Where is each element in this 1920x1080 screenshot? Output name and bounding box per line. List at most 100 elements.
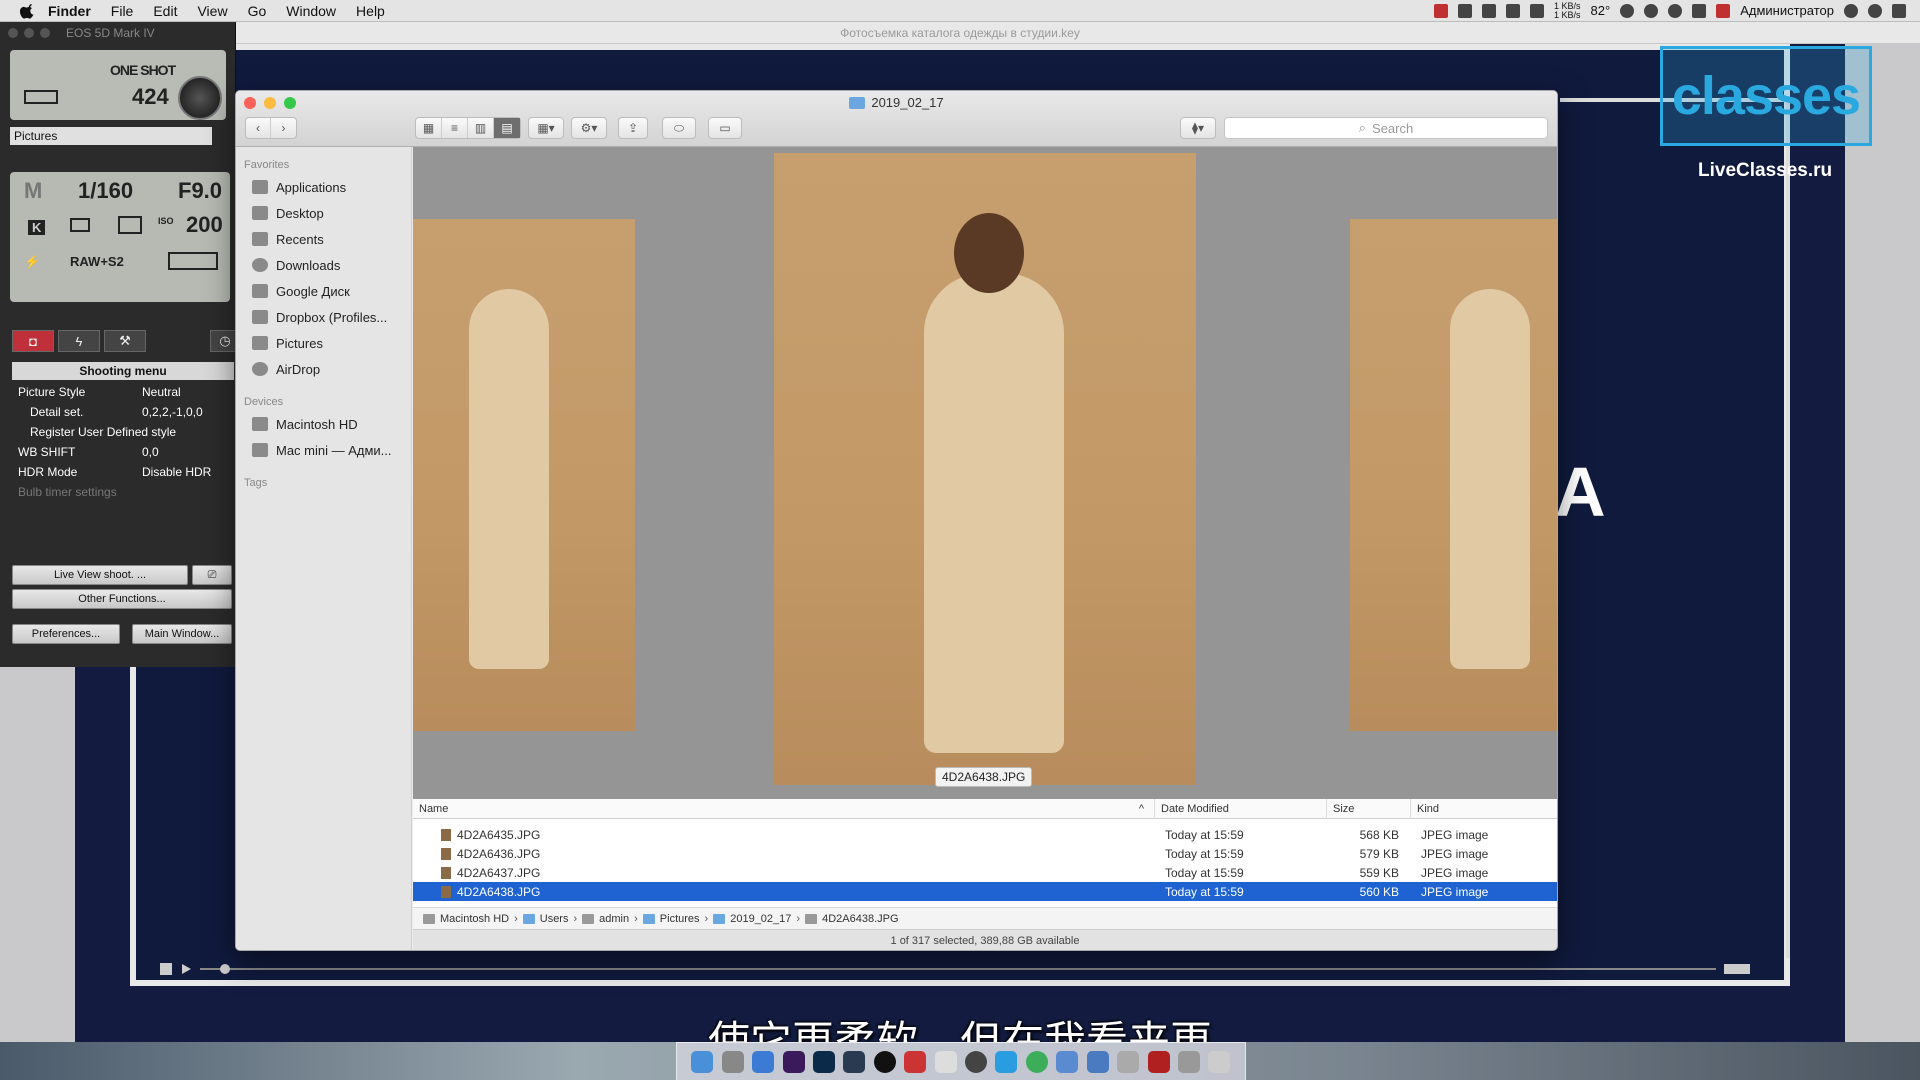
menu-file[interactable]: File <box>111 3 134 19</box>
menu-app-name[interactable]: Finder <box>48 3 91 19</box>
sidebar-item-applications[interactable]: Applications <box>236 174 411 200</box>
volume-control[interactable] <box>1724 964 1750 974</box>
column-view-icon[interactable]: ▥ <box>468 118 494 138</box>
column-header-name[interactable]: Name ^ <box>413 798 1155 819</box>
menu-row[interactable]: WB SHIFT 0,0 <box>12 442 234 462</box>
table-row[interactable]: 4D2A6435.JPG Today at 15:59 568 KB JPEG ima… <box>413 825 1557 844</box>
chrome-dock-icon[interactable] <box>1025 1050 1048 1073</box>
menu-row[interactable]: Detail set. 0,2,2,-1,0,0 <box>12 402 234 422</box>
search-field[interactable]: ⌕ Search <box>1224 117 1548 139</box>
keynote-dock-icon[interactable] <box>1056 1050 1079 1073</box>
memory-monitor-icon[interactable] <box>1530 3 1545 18</box>
af-mode[interactable]: ONE SHOT <box>110 62 176 78</box>
wifi-icon[interactable] <box>1668 3 1683 18</box>
card-icon[interactable] <box>168 252 218 270</box>
battery-monitor-icon[interactable] <box>1482 3 1497 18</box>
lightroom-dock-icon[interactable] <box>843 1050 866 1073</box>
path-item[interactable]: Macintosh HD <box>440 913 509 925</box>
apple-icon[interactable] <box>20 3 36 19</box>
folder-dock-icon[interactable] <box>1086 1050 1109 1073</box>
camera-dock-icon[interactable] <box>873 1050 896 1073</box>
cpu-monitor-icon[interactable] <box>1506 3 1521 18</box>
forward-button[interactable]: › <box>271 118 296 138</box>
photo-preview-right[interactable] <box>1350 219 1557 731</box>
table-row[interactable]: 4D2A6437.JPG Today at 15:59 559 KB JPEG ima… <box>413 863 1557 882</box>
metering-icon[interactable] <box>118 216 142 234</box>
system-dock-icon[interactable] <box>934 1050 957 1073</box>
white-balance[interactable]: K <box>28 220 46 235</box>
exposure-mode[interactable]: M <box>24 178 42 204</box>
iso-value[interactable]: 200 <box>186 212 223 238</box>
sidebar-item-mac-mini[interactable]: Mac mini — Адми... <box>236 437 411 463</box>
sidebar-item-downloads[interactable]: Downloads <box>236 252 411 278</box>
group-by-icon[interactable]: ▦▾ <box>528 117 564 139</box>
playback-track[interactable] <box>200 964 1716 974</box>
icon-view-icon[interactable]: ▦ <box>416 118 442 138</box>
finder-dock-icon[interactable] <box>691 1050 714 1073</box>
shutter-speed[interactable]: 1/160 <box>78 178 133 204</box>
live-view-options-icon[interactable]: ⎚ <box>192 565 232 585</box>
flash-off-icon[interactable]: ⚡ <box>24 254 40 270</box>
network-speed[interactable]: 1 KB/s 1 KB/s <box>1554 1 1581 20</box>
sidebar-item-google-drive[interactable]: Google Диск <box>236 278 411 304</box>
user-name[interactable]: Администратор <box>1740 3 1834 18</box>
path-item[interactable]: admin <box>599 913 629 925</box>
menu-edit[interactable]: Edit <box>153 3 177 19</box>
menu-go[interactable]: Go <box>248 3 267 19</box>
path-item[interactable]: 2019_02_17 <box>730 913 791 925</box>
sidebar-item-macintosh-hd[interactable]: Macintosh HD <box>236 411 411 437</box>
new-folder-icon[interactable]: ▭ <box>708 117 742 139</box>
share-icon[interactable]: ⇪ <box>618 117 648 139</box>
siri-icon[interactable] <box>1868 3 1882 18</box>
path-item[interactable]: Users <box>540 913 569 925</box>
tags-icon[interactable]: ⬭ <box>662 117 696 139</box>
eos-minimize-button[interactable] <box>24 28 34 38</box>
eos-zoom-button[interactable] <box>40 28 50 38</box>
trash-dock-icon[interactable] <box>1208 1050 1231 1073</box>
telegram-dock-icon[interactable] <box>995 1050 1018 1073</box>
spotlight-icon[interactable] <box>1844 3 1858 18</box>
path-item[interactable]: Pictures <box>660 913 700 925</box>
cover-flow-icon[interactable]: ▤ <box>494 118 520 138</box>
preferences-button[interactable]: Preferences... <box>12 624 120 644</box>
sidebar-item-airdrop[interactable]: AirDrop <box>236 356 411 382</box>
other-functions-button[interactable]: Other Functions... <box>12 589 232 609</box>
path-item[interactable]: 4D2A6438.JPG <box>822 913 898 925</box>
menu-row[interactable]: Picture Style Neutral <box>12 382 234 402</box>
disk-dock-icon[interactable] <box>965 1050 988 1073</box>
temperature-readout[interactable]: 82° <box>1591 3 1611 18</box>
acrobat-dock-icon[interactable] <box>1147 1050 1170 1073</box>
flash-tab-icon[interactable]: ϟ <box>58 330 100 352</box>
documents-dock-icon[interactable] <box>1177 1050 1200 1073</box>
stop-button[interactable] <box>160 963 172 975</box>
back-button[interactable]: ‹ <box>246 118 272 138</box>
downloads-dock-icon[interactable] <box>1117 1050 1140 1073</box>
tools-tab-icon[interactable]: ⚒ <box>104 330 146 352</box>
table-row-selected[interactable]: 4D2A6438.JPG Today at 15:59 560 KB JPEG ima… <box>413 882 1557 901</box>
camera-tab-icon[interactable]: ◘ <box>12 330 54 352</box>
sidebar-item-dropbox[interactable]: Dropbox (Profiles... <box>236 304 411 330</box>
column-header-date[interactable]: Date Modified <box>1155 798 1327 819</box>
list-view-icon[interactable]: ≡ <box>442 118 468 138</box>
eos-utility-dock-icon[interactable] <box>904 1050 927 1073</box>
cover-flow-preview[interactable]: 4D2A6438.JPG <box>413 147 1557 799</box>
premiere-dock-icon[interactable] <box>782 1050 805 1073</box>
display-icon[interactable] <box>1458 3 1473 18</box>
photo-preview-left[interactable] <box>413 219 635 731</box>
menu-window[interactable]: Window <box>286 3 336 19</box>
menu-help[interactable]: Help <box>356 3 385 19</box>
column-header-kind[interactable]: Kind <box>1411 799 1557 819</box>
sidebar-item-desktop[interactable]: Desktop <box>236 200 411 226</box>
photo-preview-center[interactable] <box>774 153 1196 785</box>
sidebar-item-pictures[interactable]: Pictures <box>236 330 411 356</box>
eos-close-button[interactable] <box>8 28 18 38</box>
menu-view[interactable]: View <box>197 3 227 19</box>
live-view-button[interactable]: Live View shoot. ... <box>12 565 188 585</box>
destination-folder[interactable]: Pictures <box>10 127 212 145</box>
photoshop-dock-icon[interactable] <box>813 1050 836 1073</box>
app-store-dock-icon[interactable] <box>752 1050 775 1073</box>
notification-center-icon[interactable] <box>1892 3 1906 18</box>
column-header-size[interactable]: Size <box>1327 798 1411 819</box>
sidebar-item-recents[interactable]: Recents <box>236 226 411 252</box>
dropbox-icon[interactable]: ⧫▾ <box>1180 117 1216 139</box>
